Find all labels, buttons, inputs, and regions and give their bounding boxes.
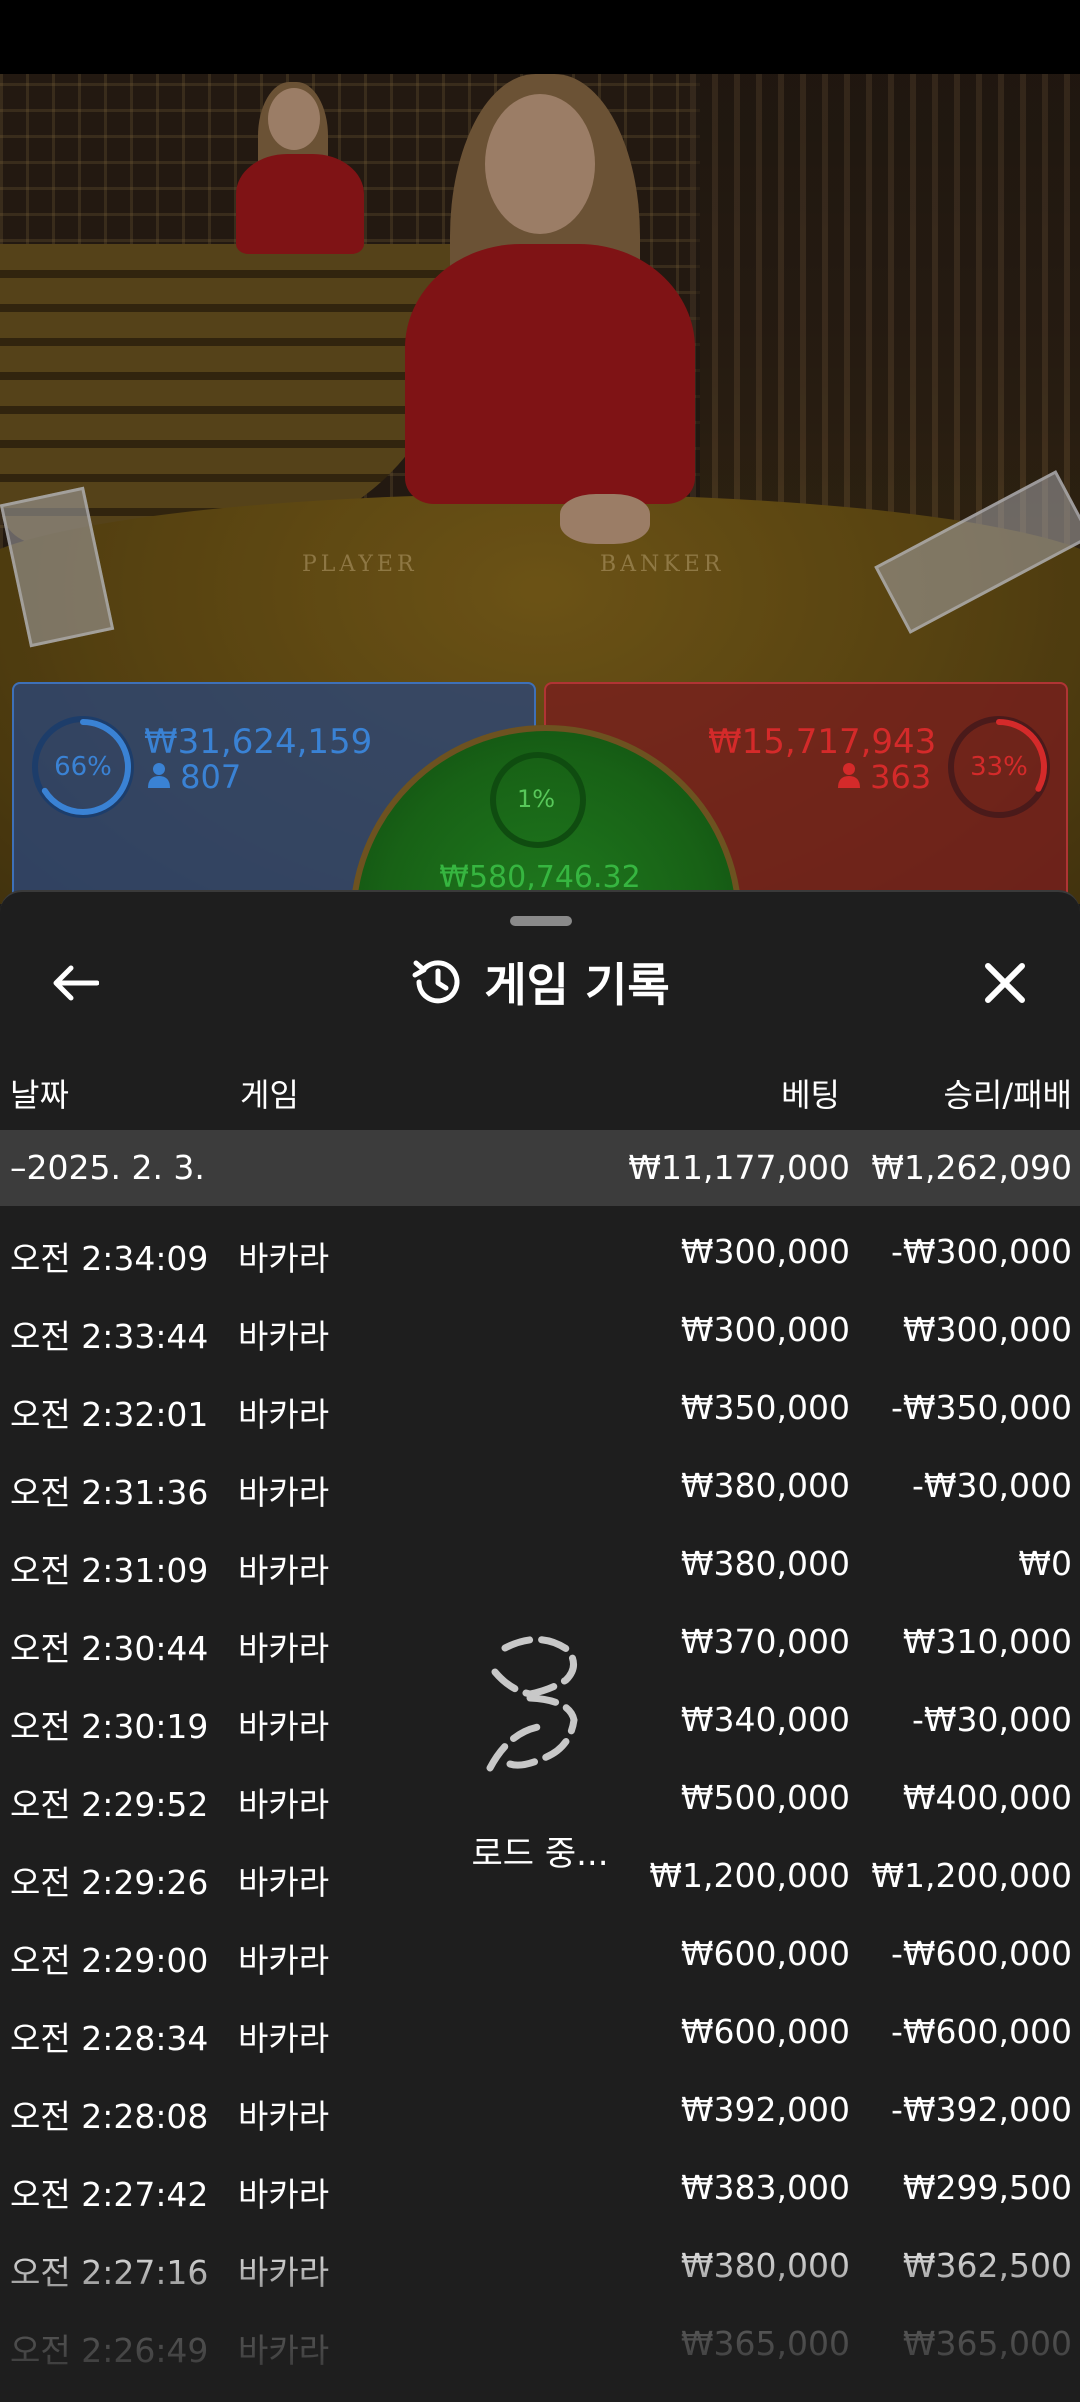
player-percent: 66% xyxy=(54,752,112,782)
row-game: 바카라 xyxy=(238,1629,330,1668)
column-header-game: 게임 xyxy=(240,1076,299,1114)
row-game: 바카라 xyxy=(238,1707,330,1746)
table-row[interactable]: 오전 2:31:36 바카라 ₩380,000 -₩30,000 xyxy=(0,1446,1080,1524)
column-header-bet: 베팅 xyxy=(781,1076,840,1114)
tie-percent: 1% xyxy=(516,785,556,813)
user-icon xyxy=(148,763,170,788)
row-result: -₩30,000 xyxy=(911,1700,1072,1739)
row-game: 바카라 xyxy=(238,1473,330,1512)
row-bet: ₩600,000 xyxy=(680,2012,850,2051)
row-time: 오전 2:30:19 xyxy=(10,1707,209,1746)
row-result: -₩600,000 xyxy=(890,1934,1072,1973)
row-time: 오전 2:34:09 xyxy=(10,1239,209,1278)
row-bet: ₩300,000 xyxy=(680,1232,850,1271)
table-row[interactable]: 오전 2:32:01 바카라 ₩350,000 -₩350,000 xyxy=(0,1368,1080,1446)
history-header: 게임 기록 xyxy=(0,946,1080,1018)
row-bet: ₩380,000 xyxy=(680,1466,850,1505)
row-game: 바카라 xyxy=(238,1551,330,1590)
page-title: 게임 기록 xyxy=(484,958,670,1012)
column-header-result: 승리/패배 xyxy=(943,1076,1072,1114)
row-game: 바카라 xyxy=(238,1863,330,1902)
player-percent-ring: 66% xyxy=(32,716,134,818)
column-header-date: 날짜 xyxy=(10,1076,69,1114)
row-game: 바카라 xyxy=(238,1395,330,1434)
banker-percent: 33% xyxy=(970,752,1028,782)
history-icon xyxy=(412,960,460,1004)
loading-spinner xyxy=(470,1630,610,1780)
group-total-result: ₩1,262,090 xyxy=(871,1148,1072,1187)
row-result: ₩0 xyxy=(1018,1544,1072,1583)
table-row[interactable]: 오전 2:29:00 바카라 ₩600,000 -₩600,000 xyxy=(0,1914,1080,1992)
drag-handle[interactable] xyxy=(510,916,572,926)
row-bet: ₩383,000 xyxy=(680,2168,850,2207)
row-result: ₩1,200,000 xyxy=(871,1856,1072,1895)
status-bar xyxy=(0,0,1080,74)
table-row[interactable]: 오전 2:28:34 바카라 ₩600,000 -₩600,000 xyxy=(0,1992,1080,2070)
row-game: 바카라 xyxy=(238,2097,330,2136)
row-result: -₩300,000 xyxy=(890,1232,1072,1271)
row-time: 오전 2:28:34 xyxy=(10,2019,209,2058)
row-game: 바카라 xyxy=(238,2019,330,2058)
loading-text: 로드 중... xyxy=(471,1834,609,1874)
history-list: 오전 2:34:09 바카라 ₩300,000 -₩300,000 오전 2:33:44… xyxy=(0,1212,1080,2382)
banker-percent-ring: 33% xyxy=(948,716,1050,818)
row-bet: ₩370,000 xyxy=(680,1622,850,1661)
row-result: ₩400,000 xyxy=(902,1778,1072,1817)
table-row[interactable]: 오전 2:28:08 바카라 ₩392,000 -₩392,000 xyxy=(0,2070,1080,2148)
row-time: 오전 2:31:36 xyxy=(10,1473,209,1512)
banker-bet-amount: ₩15,717,943 xyxy=(708,722,937,762)
table-row[interactable]: 오전 2:33:44 바카라 ₩300,000 ₩300,000 xyxy=(0,1290,1080,1368)
row-bet: ₩500,000 xyxy=(680,1778,850,1817)
player-bettor-count: 807 xyxy=(148,758,241,796)
row-time: 오전 2:31:09 xyxy=(10,1551,209,1590)
row-bet: ₩350,000 xyxy=(680,1388,850,1427)
row-game: 바카라 xyxy=(238,1317,330,1356)
table-row[interactable]: 오전 2:27:42 바카라 ₩383,000 ₩299,500 xyxy=(0,2148,1080,2226)
row-result: -₩600,000 xyxy=(890,2012,1072,2051)
row-time: 오전 2:33:44 xyxy=(10,1317,209,1356)
row-bet: ₩300,000 xyxy=(680,1310,850,1349)
group-total-bet: ₩11,177,000 xyxy=(628,1148,850,1187)
row-time: 오전 2:29:00 xyxy=(10,1941,209,1980)
row-result: ₩299,500 xyxy=(902,2168,1072,2207)
row-game: 바카라 xyxy=(238,1239,330,1278)
row-time: 오전 2:29:52 xyxy=(10,1785,209,1824)
row-game: 바카라 xyxy=(238,2175,330,2214)
spinner-icon xyxy=(486,1636,578,1772)
row-bet: ₩340,000 xyxy=(680,1700,850,1739)
row-result: ₩310,000 xyxy=(902,1622,1072,1661)
close-icon xyxy=(985,963,1025,1003)
row-bet: ₩600,000 xyxy=(680,1934,850,1973)
row-bet: ₩392,000 xyxy=(680,2090,850,2129)
date-group-row[interactable]: –2025. 2. 3. ₩11,177,000 ₩1,262,090 xyxy=(0,1130,1080,1206)
row-bet: ₩1,200,000 xyxy=(649,1856,850,1895)
close-button[interactable] xyxy=(970,948,1040,1018)
row-result: -₩392,000 xyxy=(890,2090,1072,2129)
row-result: -₩350,000 xyxy=(890,1388,1072,1427)
row-time: 오전 2:30:44 xyxy=(10,1629,209,1668)
player-bet-amount: ₩31,624,159 xyxy=(144,722,373,762)
table-row[interactable]: 오전 2:31:09 바카라 ₩380,000 ₩0 xyxy=(0,1524,1080,1602)
row-time: 오전 2:32:01 xyxy=(10,1395,209,1434)
row-game: 바카라 xyxy=(238,1941,330,1980)
table-row[interactable]: 오전 2:34:09 바카라 ₩300,000 -₩300,000 xyxy=(0,1212,1080,1290)
user-icon xyxy=(838,763,860,788)
row-time: 오전 2:27:42 xyxy=(10,2175,209,2214)
group-date: –2025. 2. 3. xyxy=(10,1148,205,1187)
row-result: -₩30,000 xyxy=(911,1466,1072,1505)
row-time: 오전 2:29:26 xyxy=(10,1863,209,1902)
row-bet: ₩380,000 xyxy=(680,1544,850,1583)
row-time: 오전 2:28:08 xyxy=(10,2097,209,2136)
row-game: 바카라 xyxy=(238,1785,330,1824)
row-result: ₩300,000 xyxy=(902,1310,1072,1349)
banker-bettor-count: 363 xyxy=(838,758,931,796)
